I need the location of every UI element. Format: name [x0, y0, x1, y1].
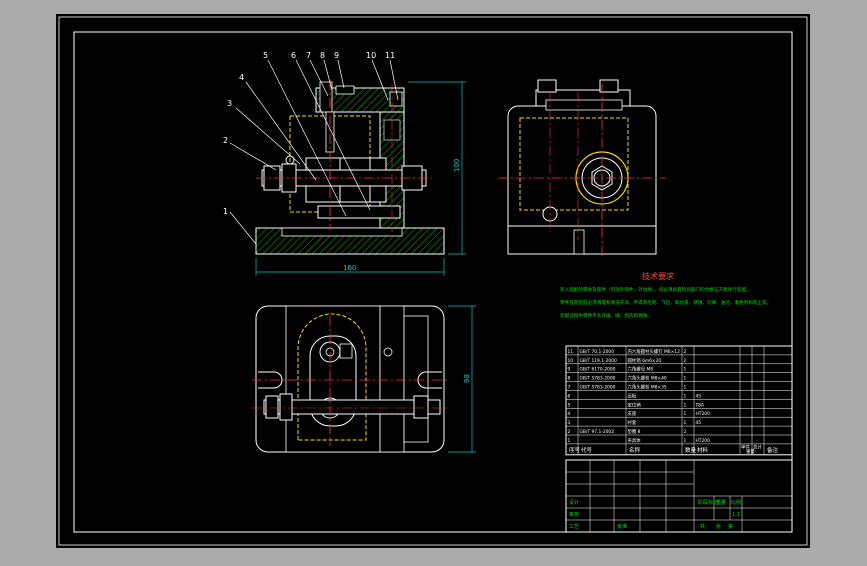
- parts-cell-name: 定位销: [628, 401, 642, 408]
- parts-cell-no: 7: [568, 385, 571, 391]
- parts-header-qty: 数量: [685, 446, 697, 454]
- parts-cell-name: 支座: [628, 410, 637, 417]
- parts-cell-name: 六角头螺栓 M8×35: [628, 384, 667, 391]
- parts-cell-qty: 1: [684, 420, 687, 426]
- plan-view: 98: [252, 305, 476, 453]
- parts-cell-no: 3: [568, 420, 571, 426]
- balloon-5: 5: [263, 51, 268, 60]
- drawing-sheet: [56, 14, 810, 548]
- parts-cell-name: 六角螺母 M8: [628, 366, 654, 373]
- parts-cell-code: GB/T 119.1-2000: [580, 358, 618, 364]
- parts-cell-code: GB/T 97.1-2002: [580, 429, 615, 435]
- parts-cell-no: 9: [568, 367, 571, 373]
- notes-title: 技术要求: [642, 271, 674, 281]
- tb-weight: 重量: [716, 499, 726, 506]
- parts-cell-qty: 2: [684, 349, 687, 355]
- parts-cell-name: 衬套: [628, 419, 637, 426]
- balloon-4: 4: [239, 73, 244, 82]
- balloon-8: 8: [320, 51, 325, 60]
- parts-cell-no: 2: [568, 429, 571, 435]
- parts-cell-no: 11: [568, 349, 574, 355]
- parts-cell-material: 45: [696, 393, 702, 399]
- parts-cell-name: 夹具体: [628, 437, 642, 444]
- tb-approve: 批准: [617, 523, 627, 530]
- parts-cell-material: T8A: [695, 402, 704, 408]
- parts-cell-code: GB/T 6170-2000: [580, 367, 616, 373]
- tb-sheet-no: 第: [728, 523, 733, 530]
- tb-scale: 比例: [731, 499, 741, 506]
- balloon-3: 3: [227, 99, 232, 108]
- parts-header-note: 备注: [767, 446, 779, 454]
- parts-cell-code: GB/T 70.1-2000: [580, 349, 615, 355]
- parts-cell-name: 内六角圆柱头螺钉 M6×12: [628, 348, 681, 355]
- parts-cell-name: 六角头螺栓 M8×40: [628, 375, 667, 382]
- balloon-9: 9: [334, 51, 339, 60]
- parts-cell-qty: 1: [684, 367, 687, 373]
- parts-cell-qty: 2: [684, 429, 687, 435]
- parts-header-weight: 重量: [746, 448, 755, 455]
- tb-sheet-of: 张: [716, 523, 721, 530]
- dim-plan-height: 98: [463, 374, 471, 383]
- dim-front-height: 100: [453, 159, 461, 172]
- balloon-2: 2: [223, 136, 228, 145]
- parts-cell-material: 45: [696, 420, 702, 426]
- parts-cell-no: 5: [568, 402, 571, 408]
- parts-header-name: 名称: [629, 446, 641, 454]
- parts-cell-no: 1: [568, 438, 571, 444]
- parts-cell-name: 压板: [628, 392, 637, 399]
- balloon-6: 6: [291, 51, 296, 60]
- cad-drawing-viewport: 1 2 3 4 5 6 7 8 9 10 11 160 100 98 技术要求 …: [0, 0, 867, 562]
- parts-cell-qty: 1: [684, 393, 687, 399]
- note-line-1: 装入装配的零件及部件（包括外购件、外协件），均必须具有检验部门的合格证方能进行装…: [560, 286, 751, 293]
- parts-header-material: 材料: [697, 446, 709, 454]
- assembly-drawing: 1 2 3 4 5 6 7 8 9 10 11 160 100 98 技术要求 …: [56, 14, 810, 548]
- tb-design: 设计: [569, 499, 579, 506]
- tb-stage-mark: 阶段标记: [698, 499, 718, 506]
- parts-cell-name: 垫圈 8: [628, 428, 641, 435]
- parts-cell-code: GB/T 5783-2000: [580, 376, 616, 382]
- tb-process: 工艺: [569, 524, 579, 530]
- parts-cell-qty: 1: [684, 438, 687, 444]
- parts-cell-qty: 1: [684, 376, 687, 382]
- dim-front-width: 160: [343, 264, 356, 272]
- parts-cell-code: GB/T 5783-2000: [580, 385, 616, 391]
- tb-scale-value: 1:1: [732, 512, 740, 518]
- parts-cell-qty: 1: [684, 402, 687, 408]
- parts-header-code: 代号: [581, 446, 593, 454]
- balloon-1: 1: [223, 207, 228, 216]
- tb-sheet-total: 共: [700, 523, 705, 530]
- tb-check: 审核: [569, 511, 579, 518]
- note-line-3: 装配过程中零件不允许磕、碰、划伤和锈蚀。: [560, 312, 652, 319]
- parts-cell-no: 10: [568, 358, 574, 364]
- parts-cell-no: 8: [568, 376, 571, 382]
- parts-cell-qty: 1: [684, 385, 687, 391]
- parts-cell-material: HT200: [696, 411, 711, 417]
- balloon-11: 11: [385, 51, 395, 60]
- side-view: [498, 79, 666, 258]
- parts-cell-qty: 2: [684, 358, 687, 364]
- parts-cell-no: 4: [568, 411, 571, 417]
- balloon-10: 10: [366, 51, 376, 60]
- note-line-2: 零件在装配前必须清理和清洗干净，不得有毛刺、飞边、氧化皮、锈蚀、切屑、油污、着色…: [560, 299, 771, 306]
- parts-cell-qty: 1: [684, 411, 687, 417]
- parts-cell-material: HT200: [696, 438, 711, 444]
- parts-header-no: 序号: [569, 446, 581, 454]
- balloon-7: 7: [306, 51, 311, 60]
- parts-cell-name: 圆柱销 6m6×20: [628, 357, 662, 364]
- parts-cell-no: 6: [568, 393, 571, 399]
